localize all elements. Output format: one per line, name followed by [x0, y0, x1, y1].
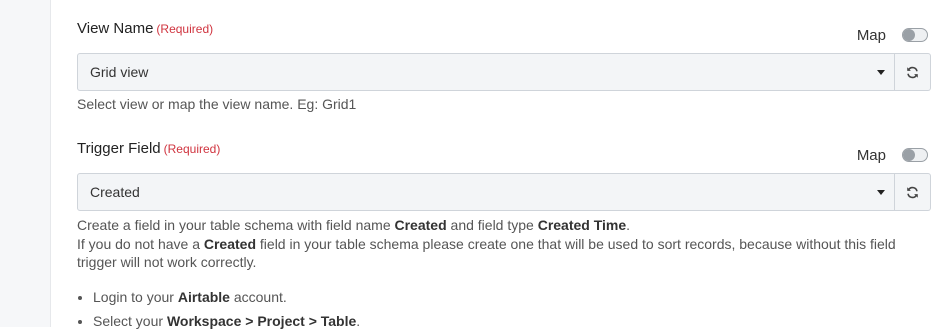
trigger-field-select[interactable]: Created	[77, 173, 895, 211]
trigger-field-selected-value: Created	[90, 184, 140, 200]
map-label: Map	[856, 26, 886, 44]
list-item: Login to your Airtable account.	[93, 285, 360, 309]
view-name-select-row: Grid view	[77, 53, 931, 91]
required-badge: (Required)	[156, 22, 214, 36]
view-name-help-text: Select view or map the view name. Eg: Gr…	[77, 96, 357, 112]
trigger-field-label-text: Trigger Field	[77, 140, 161, 157]
view-name-map-toggle[interactable]	[902, 28, 928, 42]
view-name-refresh-button[interactable]	[895, 53, 931, 91]
map-label: Map	[856, 146, 886, 164]
toggle-knob	[903, 149, 915, 161]
list-item: Select your Workspace > Project > Table.	[93, 309, 360, 333]
view-name-label-text: View Name	[77, 20, 154, 37]
refresh-icon	[907, 66, 918, 78]
toggle-knob	[903, 29, 915, 41]
trigger-field-help-line1: Create a field in your table schema with…	[77, 217, 631, 233]
trigger-field-map-toggle-group: Map	[838, 145, 928, 165]
required-badge: (Required)	[163, 142, 221, 156]
refresh-icon	[907, 186, 918, 198]
view-name-selected-value: Grid view	[90, 64, 149, 80]
view-name-label: View Name (Required)	[77, 20, 213, 37]
left-sidebar-strip	[0, 0, 51, 327]
trigger-field-refresh-button[interactable]	[895, 173, 931, 211]
trigger-settings-panel: View Name (Required) Map Grid view Select…	[77, 0, 931, 329]
trigger-field-help-line2: If you do not have a Created field in yo…	[77, 235, 896, 271]
view-name-select[interactable]: Grid view	[77, 53, 895, 91]
setup-steps-list: Login to your Airtable account. Select y…	[77, 285, 360, 333]
trigger-field-select-row: Created	[77, 173, 931, 211]
chevron-down-icon	[877, 69, 885, 75]
trigger-field-help: Create a field in your table schema with…	[77, 216, 929, 272]
trigger-field-label: Trigger Field (Required)	[77, 140, 220, 157]
view-name-map-toggle-group: Map	[838, 25, 928, 45]
trigger-field-map-toggle[interactable]	[902, 148, 928, 162]
chevron-down-icon	[877, 189, 885, 195]
